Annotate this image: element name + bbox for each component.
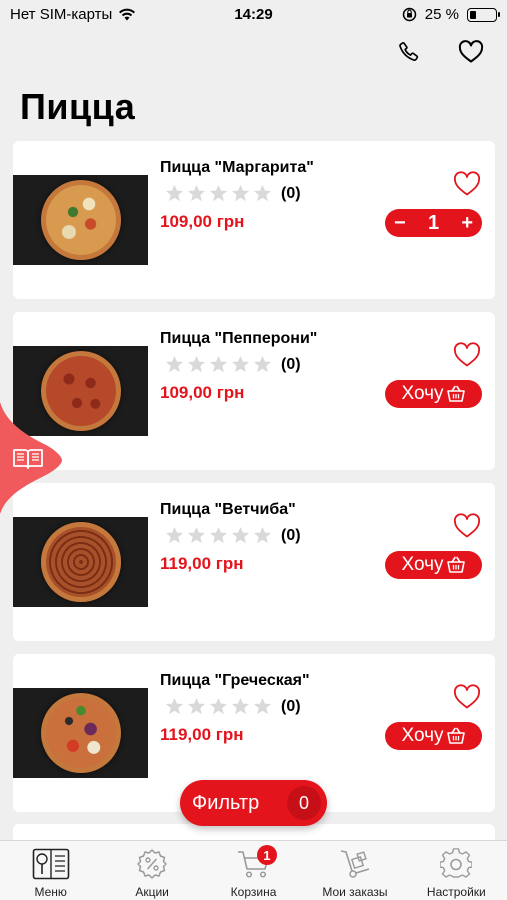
star-icon[interactable] bbox=[253, 355, 272, 374]
status-left: Нет SIM-карты bbox=[10, 6, 136, 23]
gear-icon bbox=[440, 847, 473, 881]
product-name[interactable]: Пицца "Маргарита" bbox=[160, 159, 314, 177]
tab-label: Меню bbox=[34, 885, 67, 899]
star-icon[interactable] bbox=[253, 184, 272, 203]
increase-button[interactable]: + bbox=[461, 213, 473, 233]
tab-promotions[interactable]: Акции bbox=[101, 841, 202, 900]
decrease-button[interactable]: − bbox=[394, 213, 406, 233]
star-icon[interactable] bbox=[209, 184, 228, 203]
star-icon[interactable] bbox=[187, 526, 206, 545]
wifi-icon bbox=[119, 8, 136, 21]
rating-stars[interactable]: (0) bbox=[165, 184, 301, 203]
rating-count: (0) bbox=[281, 184, 301, 202]
quantity-stepper[interactable]: − 1 + bbox=[385, 209, 482, 237]
star-icon[interactable] bbox=[231, 697, 250, 716]
product-name[interactable]: Пицца "Пепперони" bbox=[160, 330, 317, 348]
filter-count-badge: 0 bbox=[287, 786, 321, 820]
product-price: 119,00 грн bbox=[160, 554, 244, 573]
star-icon[interactable] bbox=[253, 697, 272, 716]
basket-icon bbox=[446, 727, 465, 744]
tab-label: Корзина bbox=[230, 885, 277, 899]
orientation-lock-icon bbox=[402, 7, 417, 22]
tab-label: Акции bbox=[135, 885, 169, 899]
carrier-text: Нет SIM-карты bbox=[10, 6, 113, 23]
status-right: 25 % bbox=[402, 6, 500, 23]
pizza-photo bbox=[40, 180, 121, 260]
product-price: 109,00 грн bbox=[160, 212, 245, 231]
filter-label: Фильтр bbox=[192, 791, 260, 814]
rating-count: (0) bbox=[281, 355, 301, 373]
heart-icon[interactable] bbox=[453, 684, 481, 710]
product-card[interactable]: Пицца "Ветчиба" (0) 119,00 грн Хочу bbox=[13, 483, 495, 641]
star-icon[interactable] bbox=[231, 526, 250, 545]
bottom-tab-bar: Меню Акции 1 Корзина Мои заказы Настройк… bbox=[0, 840, 507, 900]
tab-menu[interactable]: Меню bbox=[0, 841, 101, 900]
menu-book-icon bbox=[32, 847, 70, 881]
tab-label: Мои заказы bbox=[322, 885, 388, 899]
star-icon[interactable] bbox=[231, 355, 250, 374]
want-button-label: Хочу bbox=[401, 383, 444, 404]
page-title: Пицца bbox=[20, 86, 136, 127]
star-icon[interactable] bbox=[209, 697, 228, 716]
rating-stars[interactable]: (0) bbox=[165, 697, 301, 716]
discount-icon bbox=[136, 847, 168, 881]
heart-icon[interactable] bbox=[453, 342, 481, 368]
product-image[interactable] bbox=[13, 175, 148, 265]
quantity-value: 1 bbox=[427, 212, 440, 234]
product-name[interactable]: Пицца "Греческая" bbox=[160, 672, 310, 690]
star-icon[interactable] bbox=[231, 184, 250, 203]
tab-my-orders[interactable]: Мои заказы bbox=[304, 841, 405, 900]
heart-icon[interactable] bbox=[453, 513, 481, 539]
star-icon[interactable] bbox=[165, 355, 184, 374]
tab-label: Настройки bbox=[426, 885, 486, 899]
star-icon[interactable] bbox=[253, 526, 272, 545]
star-icon[interactable] bbox=[209, 355, 228, 374]
pizza-photo bbox=[40, 522, 121, 602]
open-book-icon bbox=[13, 449, 43, 469]
product-image[interactable] bbox=[13, 517, 148, 607]
rating-stars[interactable]: (0) bbox=[165, 526, 301, 545]
hand-truck-icon bbox=[339, 847, 371, 881]
call-button[interactable] bbox=[395, 38, 423, 66]
status-bar: Нет SIM-карты 14:29 25 % bbox=[0, 0, 507, 30]
basket-icon bbox=[446, 385, 465, 402]
want-button[interactable]: Хочу bbox=[385, 551, 482, 579]
want-button-label: Хочу bbox=[401, 554, 444, 575]
top-actions bbox=[395, 38, 485, 66]
battery-level bbox=[470, 10, 476, 19]
star-icon[interactable] bbox=[187, 697, 206, 716]
rating-count: (0) bbox=[281, 526, 301, 544]
rating-stars[interactable]: (0) bbox=[165, 355, 301, 374]
catalog-side-tab[interactable] bbox=[0, 402, 62, 514]
want-button-label: Хочу bbox=[401, 725, 444, 746]
product-name[interactable]: Пицца "Ветчиба" bbox=[160, 501, 296, 519]
favorites-button[interactable] bbox=[457, 38, 485, 66]
product-price: 119,00 грн bbox=[160, 725, 244, 744]
star-icon[interactable] bbox=[187, 184, 206, 203]
star-icon[interactable] bbox=[165, 697, 184, 716]
pizza-photo bbox=[40, 693, 121, 773]
star-icon[interactable] bbox=[165, 184, 184, 203]
heart-icon[interactable] bbox=[453, 171, 481, 197]
battery-icon bbox=[467, 7, 500, 22]
tab-cart[interactable]: 1 Корзина bbox=[203, 841, 304, 900]
star-icon[interactable] bbox=[209, 526, 228, 545]
battery-percent: 25 % bbox=[424, 6, 459, 23]
tab-settings[interactable]: Настройки bbox=[406, 841, 507, 900]
want-button[interactable]: Хочу bbox=[385, 380, 482, 408]
star-icon[interactable] bbox=[165, 526, 184, 545]
phone-icon bbox=[399, 42, 419, 61]
filter-button[interactable]: Фильтр 0 bbox=[180, 780, 327, 826]
rating-count: (0) bbox=[281, 697, 301, 715]
basket-icon bbox=[446, 556, 465, 573]
product-card[interactable]: Пицца "Маргарита" (0) 109,00 грн − 1 + bbox=[13, 141, 495, 299]
product-image[interactable] bbox=[13, 688, 148, 778]
star-icon[interactable] bbox=[187, 355, 206, 374]
want-button[interactable]: Хочу bbox=[385, 722, 482, 750]
cart-count-badge: 1 bbox=[256, 845, 277, 865]
product-card[interactable]: Пицца "Пепперони" (0) 109,00 грн Хочу bbox=[13, 312, 495, 470]
heart-icon bbox=[458, 40, 484, 63]
product-price: 109,00 грн bbox=[160, 383, 245, 402]
